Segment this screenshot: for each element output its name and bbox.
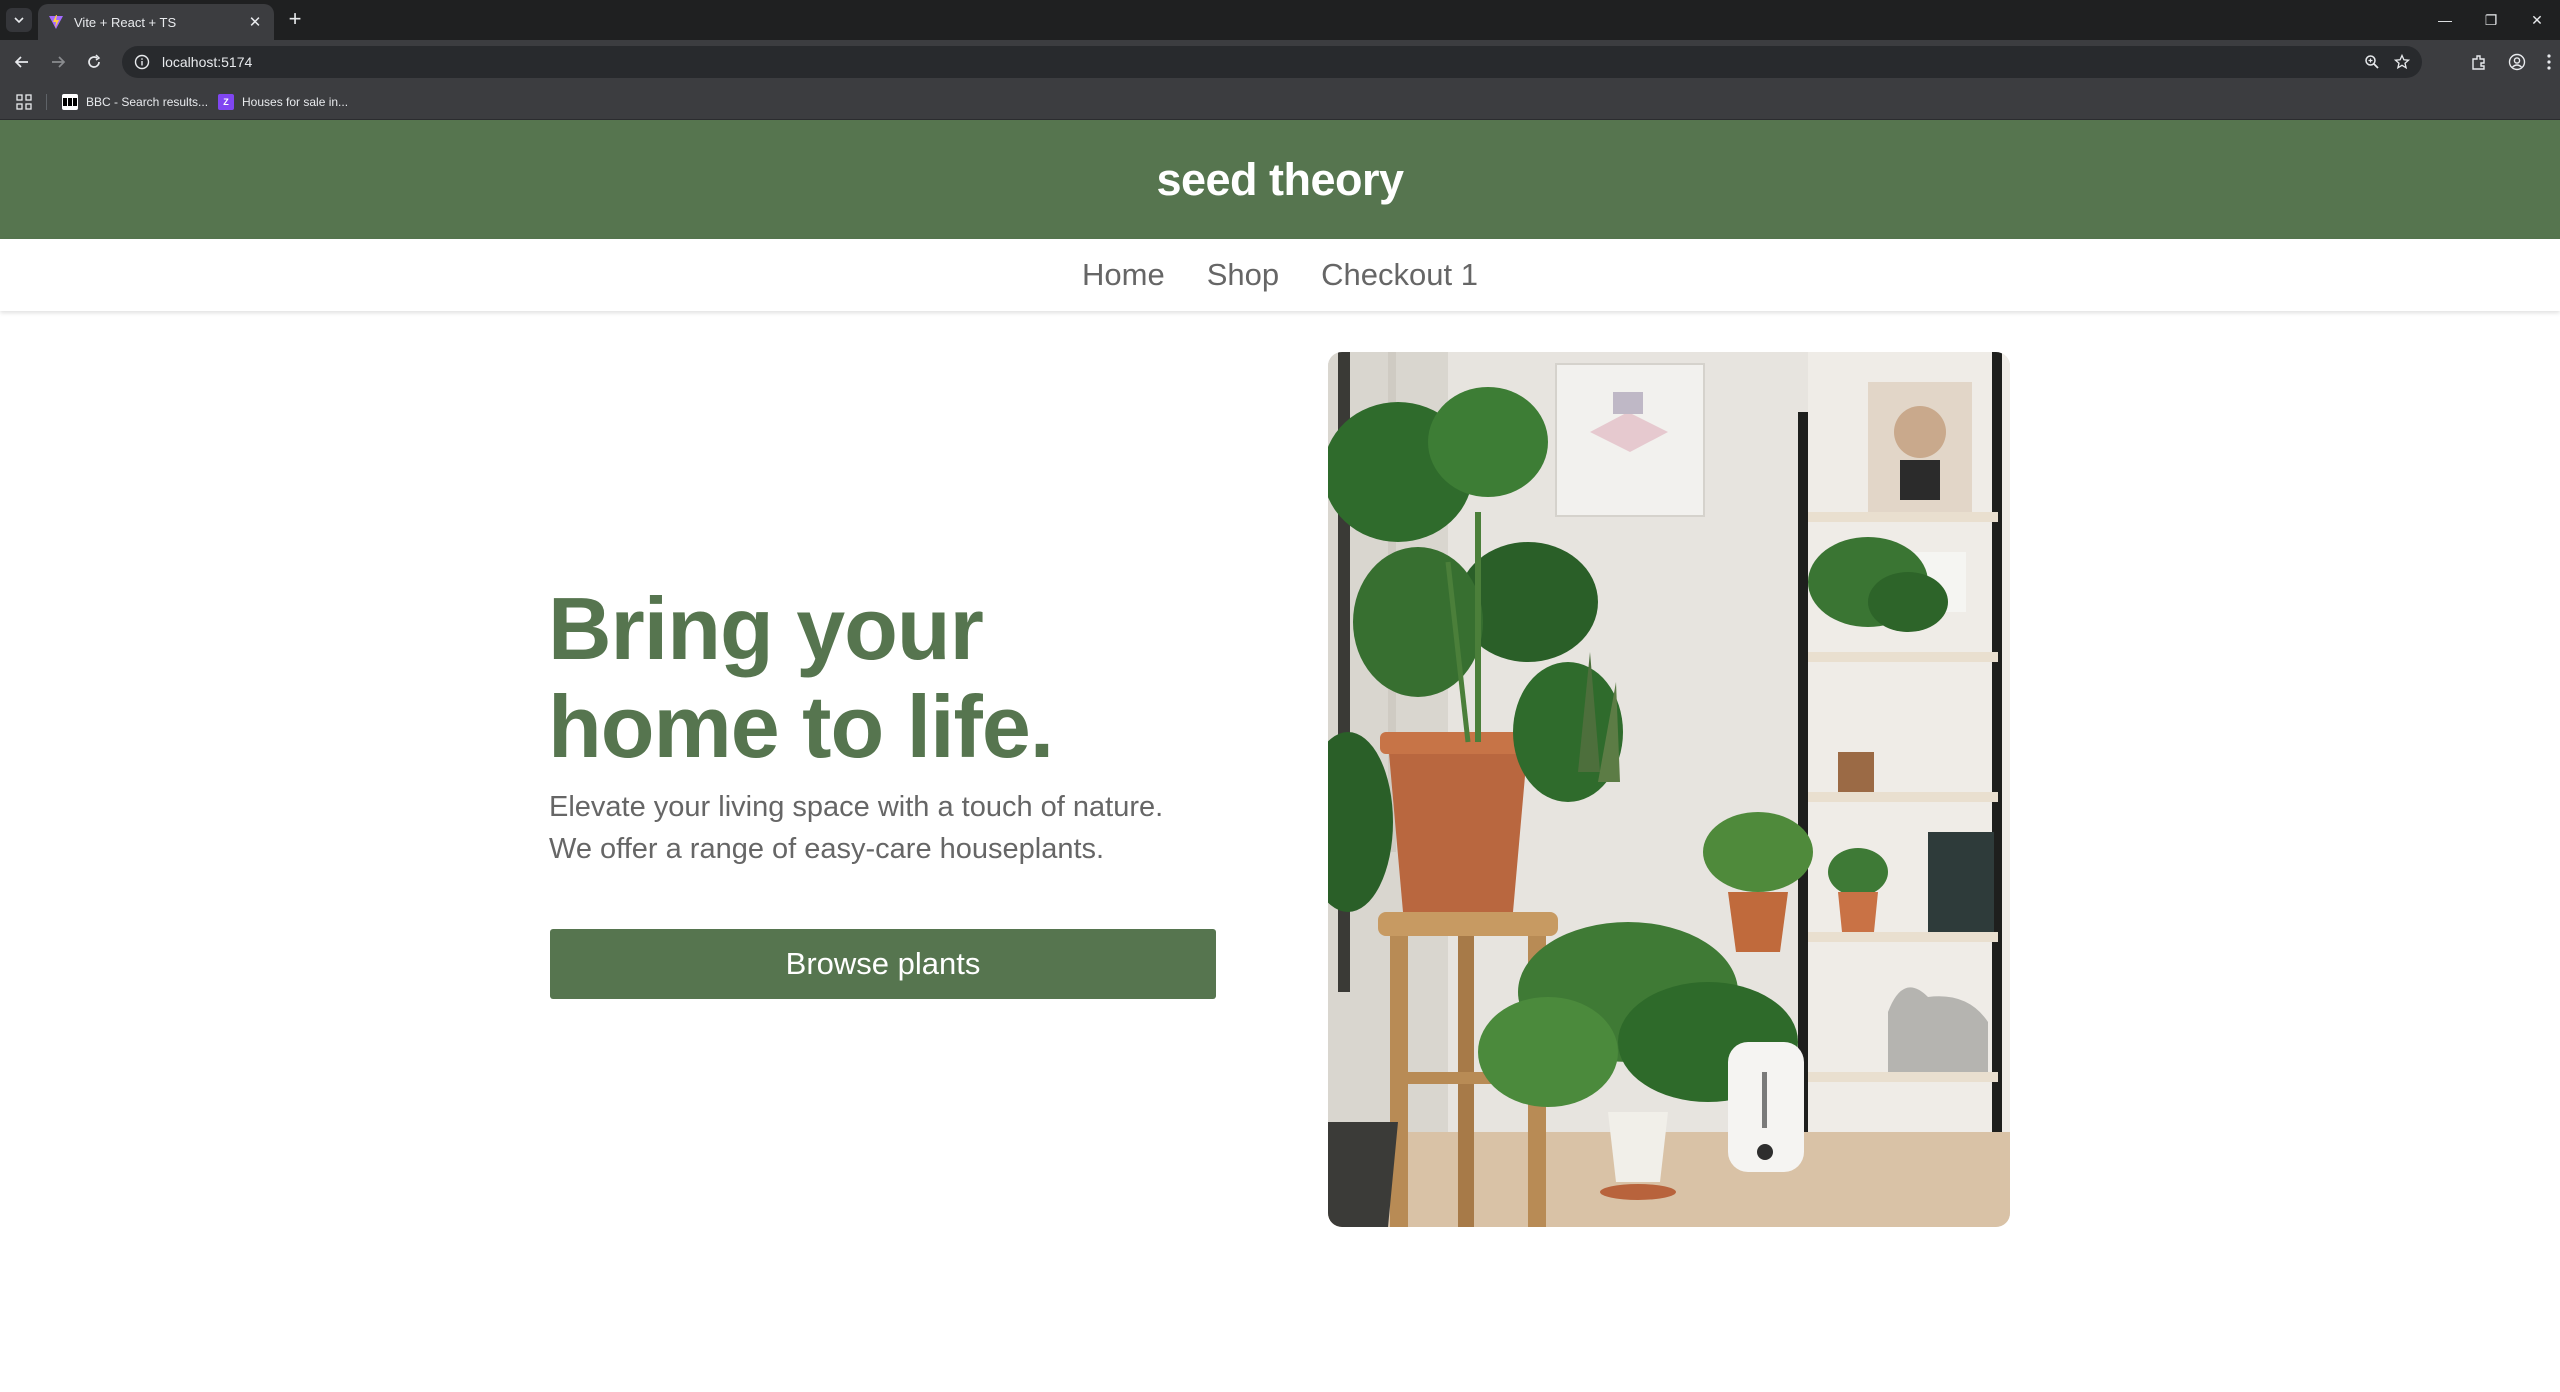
chevron-down-icon	[14, 17, 24, 24]
browser-tab[interactable]: Vite + React + TS ✕	[38, 4, 274, 40]
zoom-icon[interactable]	[2364, 54, 2380, 70]
site-info-icon[interactable]	[134, 54, 150, 70]
back-button[interactable]	[8, 48, 36, 76]
brand-logo[interactable]: seed theory	[1156, 154, 1404, 206]
vite-icon	[49, 15, 63, 29]
browse-plants-button[interactable]: Browse plants	[550, 929, 1216, 999]
browser-toolbar: localhost:5174	[0, 40, 2560, 84]
address-bar[interactable]: localhost:5174	[122, 46, 2422, 78]
main-nav: Home Shop Checkout 1	[0, 239, 2560, 311]
site-header: seed theory	[0, 120, 2560, 239]
hero-subtitle-line-2: We offer a range of easy-care houseplant…	[549, 833, 1105, 865]
nav-checkout-link[interactable]: Checkout 1	[1321, 257, 1478, 293]
houseplants-photo	[1328, 352, 2010, 1227]
bbc-icon	[62, 94, 78, 110]
browser-tabstrip: Vite + React + TS ✕ + — ❐ ✕	[0, 0, 2560, 40]
window-controls: — ❐ ✕	[2422, 0, 2560, 40]
apps-grid-icon[interactable]	[16, 94, 32, 110]
tab-title: Vite + React + TS	[74, 14, 177, 30]
kebab-menu-icon[interactable]	[2546, 53, 2552, 71]
bookmark-label: Houses for sale in...	[242, 95, 349, 109]
bookmark-bbc[interactable]: BBC - Search results...	[62, 92, 208, 112]
forward-button[interactable]	[44, 48, 72, 76]
restore-icon[interactable]: ❐	[2468, 0, 2514, 40]
nav-home-link[interactable]: Home	[1082, 257, 1165, 293]
new-tab-button[interactable]: +	[282, 7, 308, 33]
back-arrow-icon	[14, 56, 28, 68]
hero-subtitle: Elevate your living space with a touch o…	[549, 786, 1249, 870]
hero-title-line-2: home to life.	[548, 677, 1054, 776]
extensions-icon[interactable]	[2470, 53, 2488, 71]
minimize-icon[interactable]: —	[2422, 0, 2468, 40]
bookmark-zoopla[interactable]: Z Houses for sale in...	[218, 92, 348, 112]
hero-title: Bring your home to life.	[548, 580, 1248, 776]
close-window-icon[interactable]: ✕	[2514, 0, 2560, 40]
bookmarks-divider	[46, 94, 47, 110]
reload-icon	[88, 54, 101, 68]
bookmark-label: BBC - Search results...	[86, 95, 209, 109]
reload-button[interactable]	[80, 48, 108, 76]
bookmark-star-icon[interactable]	[2394, 54, 2410, 70]
nav-shop-link[interactable]: Shop	[1207, 257, 1279, 293]
tab-search-button[interactable]	[6, 8, 32, 32]
hero-title-line-1: Bring your	[548, 579, 984, 678]
zoopla-icon: Z	[218, 94, 234, 110]
forward-arrow-icon	[52, 56, 66, 68]
hero-subtitle-line-1: Elevate your living space with a touch o…	[549, 791, 1164, 823]
hero-plants-image	[1328, 352, 2010, 1227]
profile-icon[interactable]	[2508, 53, 2526, 71]
bookmarks-bar: BBC - Search results... Z Houses for sal…	[0, 84, 2560, 120]
url-text: localhost:5174	[162, 54, 253, 70]
close-tab-icon[interactable]: ✕	[246, 13, 264, 31]
